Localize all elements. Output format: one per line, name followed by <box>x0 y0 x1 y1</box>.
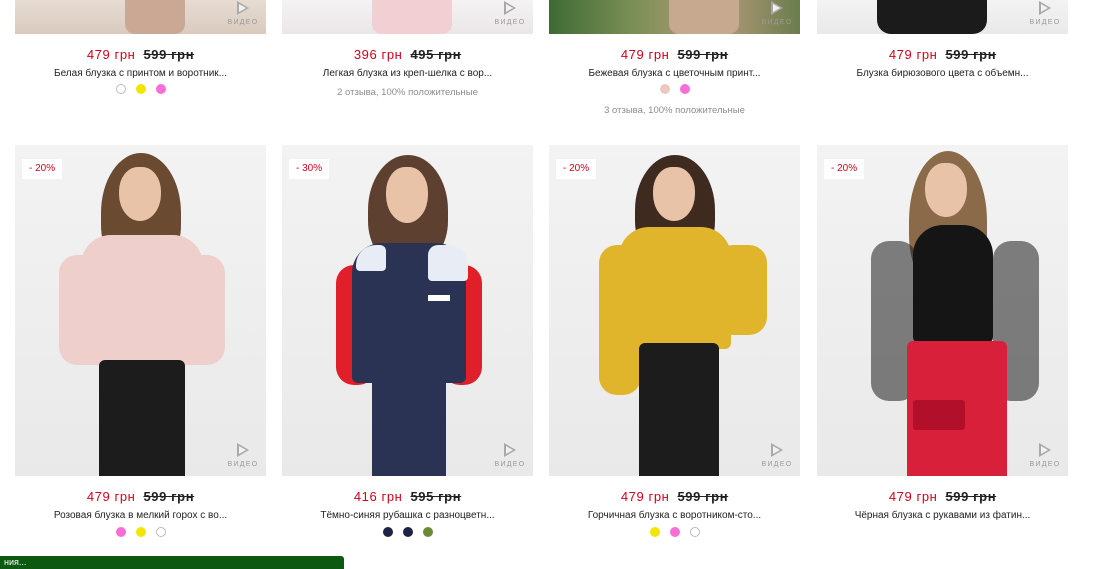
video-label[interactable]: ВИДЕО <box>760 1 794 26</box>
color-swatch-pink[interactable] <box>669 527 680 537</box>
play-icon <box>1039 443 1051 457</box>
price-old: 495 грн <box>410 47 462 62</box>
price-new: 479 грн <box>888 47 938 62</box>
play-icon <box>237 443 249 457</box>
play-icon <box>1039 1 1051 15</box>
product-name[interactable]: Розовая блузка в мелкий горох с во... <box>15 510 266 521</box>
product-image[interactable]: - 30% ВИДЕО <box>282 145 533 476</box>
product-image[interactable]: ВИДЕО <box>549 0 800 34</box>
video-label[interactable]: ВИДЕО <box>493 1 527 26</box>
product-name[interactable]: Тёмно-синяя рубашка с разноцветн... <box>282 510 533 521</box>
price-new: 416 грн <box>353 489 403 504</box>
price-new: 479 грн <box>620 47 670 62</box>
notification-bar[interactable]: ния... <box>0 556 344 569</box>
play-icon <box>771 1 783 15</box>
price-new: 479 грн <box>620 489 670 504</box>
price-old: 599 грн <box>945 489 997 504</box>
color-swatch-yellow[interactable] <box>135 84 146 94</box>
color-swatch-navy[interactable] <box>382 527 393 537</box>
video-label[interactable]: ВИДЕО <box>760 443 794 468</box>
color-swatch-pink[interactable] <box>155 84 166 94</box>
play-icon <box>504 1 516 15</box>
color-swatch-navy[interactable] <box>402 527 413 537</box>
discount-badge: - 20% <box>22 159 63 179</box>
price: 396 грн 495 грн <box>282 47 533 62</box>
product-image[interactable]: ВИДЕО <box>282 0 533 34</box>
price-old: 595 грн <box>410 489 462 504</box>
color-swatch-white[interactable] <box>155 527 166 537</box>
product-name[interactable]: Белая блузка с принтом и воротник... <box>15 68 266 79</box>
color-swatch-white[interactable] <box>115 84 126 94</box>
video-label[interactable]: ВИДЕО <box>1028 1 1062 26</box>
product-name[interactable]: Легкая блузка из креп-шелка с вор... <box>282 68 533 79</box>
reviews-summary[interactable]: 3 отзыва, 100% положительные <box>549 105 800 116</box>
color-swatches <box>549 527 800 539</box>
price-new: 479 грн <box>86 47 136 62</box>
model-photo <box>318 145 498 476</box>
play-icon <box>237 1 249 15</box>
price: 479 грн 599 грн <box>817 47 1068 62</box>
product-image[interactable]: - 20% ВИДЕО <box>15 145 266 476</box>
color-swatch-pink[interactable] <box>115 527 126 537</box>
model-photo <box>51 145 231 476</box>
product-image[interactable]: - 20% ВИДЕО <box>817 145 1068 476</box>
video-label[interactable]: ВИДЕО <box>1028 443 1062 468</box>
price: 479 грн 599 грн <box>817 489 1068 504</box>
price: 479 грн 599 грн <box>15 489 266 504</box>
price: 479 грн 599 грн <box>549 47 800 62</box>
price-old: 599 грн <box>945 47 997 62</box>
video-label[interactable]: ВИДЕО <box>226 443 260 468</box>
price: 416 грн 595 грн <box>282 489 533 504</box>
price: 479 грн 599 грн <box>549 489 800 504</box>
color-swatch-yellow[interactable] <box>649 527 660 537</box>
price: 479 грн 599 грн <box>15 47 266 62</box>
product-image[interactable]: - 20% ВИДЕО <box>549 145 800 476</box>
discount-badge: - 30% <box>289 159 330 179</box>
product-image[interactable]: ВИДЕО <box>817 0 1068 34</box>
price-new: 479 грн <box>888 489 938 504</box>
color-swatches <box>282 527 533 539</box>
price-old: 599 грн <box>677 489 729 504</box>
discount-badge: - 20% <box>556 159 597 179</box>
discount-badge: - 20% <box>824 159 865 179</box>
color-swatches <box>15 527 266 539</box>
video-label[interactable]: ВИДЕО <box>493 443 527 468</box>
color-swatch-olive[interactable] <box>422 527 433 537</box>
product-name[interactable]: Бежевая блузка с цветочным принт... <box>549 68 800 79</box>
product-name[interactable]: Блузка бирюзового цвета с объемн... <box>817 68 1068 79</box>
color-swatches <box>549 84 800 96</box>
play-icon <box>504 443 516 457</box>
price-old: 599 грн <box>143 489 195 504</box>
price-old: 599 грн <box>143 47 195 62</box>
price-old: 599 грн <box>677 47 729 62</box>
price-new: 479 грн <box>86 489 136 504</box>
model-photo <box>575 145 775 476</box>
play-icon <box>771 443 783 457</box>
color-swatch-pink[interactable] <box>679 84 690 94</box>
color-swatch-yellow[interactable] <box>135 527 146 537</box>
product-name[interactable]: Горчичная блузка с воротником-сто... <box>549 510 800 521</box>
color-swatch-beige[interactable] <box>659 84 670 94</box>
price-new: 396 грн <box>353 47 403 62</box>
product-name[interactable]: Чёрная блузка с рукавами из фатин... <box>817 510 1068 521</box>
reviews-summary[interactable]: 2 отзыва, 100% положительные <box>282 87 533 98</box>
video-label[interactable]: ВИДЕО <box>226 1 260 26</box>
product-image[interactable]: ВИДЕО <box>15 0 266 34</box>
model-photo <box>843 145 1043 476</box>
color-swatch-white[interactable] <box>689 527 700 537</box>
color-swatches <box>15 84 266 96</box>
